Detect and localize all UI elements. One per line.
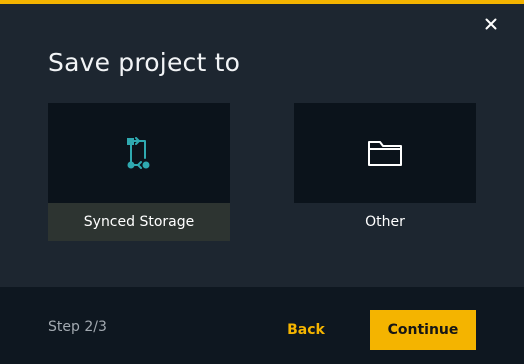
back-button[interactable]: Back	[272, 310, 340, 350]
accent-bar	[0, 0, 524, 4]
folder-icon	[368, 141, 402, 166]
close-icon	[485, 18, 497, 30]
option-tile	[48, 103, 230, 203]
save-project-dialog: Save project to Synced Storage Other Ste…	[0, 0, 524, 364]
continue-button[interactable]: Continue	[370, 310, 476, 350]
option-label: Other	[365, 214, 405, 230]
step-indicator: Step 2/3	[48, 319, 107, 335]
option-label: Synced Storage	[48, 203, 230, 241]
option-other[interactable]: Other	[294, 103, 476, 241]
close-button[interactable]	[481, 14, 501, 34]
option-synced-storage[interactable]: Synced Storage	[48, 103, 230, 241]
option-tile	[294, 103, 476, 203]
sync-icon	[127, 137, 150, 169]
dialog-title: Save project to	[48, 48, 241, 77]
dialog-footer: Step 2/3 Back Continue	[0, 287, 524, 364]
